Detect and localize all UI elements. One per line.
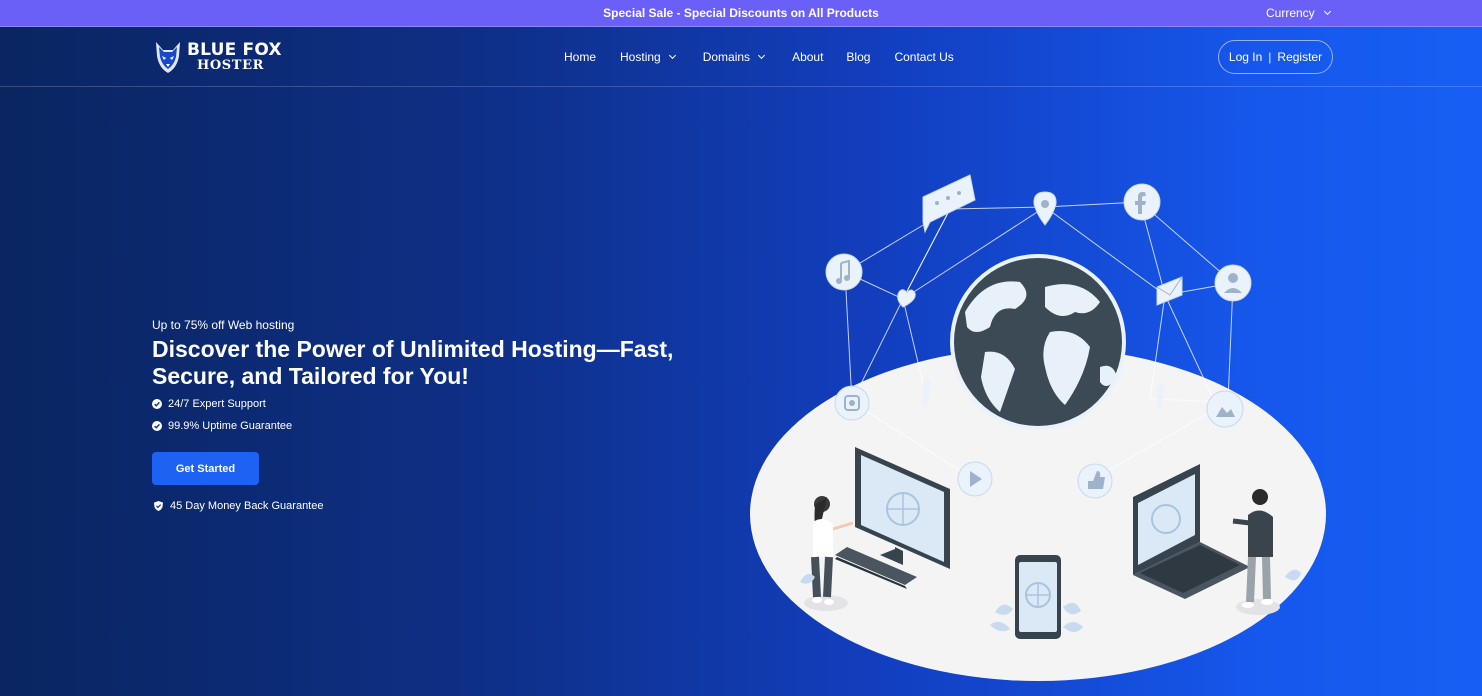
- chevron-down-icon: [668, 51, 676, 60]
- feature-item: 99.9% Uptime Guarantee: [152, 420, 292, 432]
- hosting-illustration: [750, 174, 1326, 681]
- promo-text: Up to 75% off Web hosting: [152, 318, 295, 332]
- check-circle-icon: [152, 421, 162, 431]
- currency-label: Currency: [1266, 6, 1315, 20]
- logo-text-line1: BLUE FOX: [187, 40, 282, 60]
- nav-home[interactable]: Home: [564, 50, 596, 64]
- nav-blog[interactable]: Blog: [846, 50, 870, 64]
- nav-about[interactable]: About: [792, 50, 823, 64]
- feature-text: 24/7 Expert Support: [168, 398, 266, 410]
- headline-line-2: Secure, and Tailored for You!: [152, 363, 469, 389]
- check-circle-icon: [152, 399, 162, 409]
- heart-icon: [897, 289, 916, 308]
- money-back-guarantee: 45 Day Money Back Guarantee: [154, 500, 323, 512]
- nav-contact-us[interactable]: Contact Us: [894, 50, 953, 64]
- site-header: BLUE FOX HOSTER Home Hosting Domains Abo…: [0, 27, 1482, 87]
- camera-icon: [834, 385, 870, 421]
- email-icon: [1156, 276, 1183, 306]
- chevron-down-icon: [1323, 7, 1331, 16]
- hero-headline: Discover the Power of Unlimited Hosting—…: [152, 336, 732, 390]
- chevron-down-icon: [758, 51, 766, 60]
- nav-blog-label: Blog: [846, 50, 871, 64]
- login-link[interactable]: Log In: [1229, 50, 1262, 64]
- nav-about-label: About: [792, 50, 824, 64]
- shield-check-icon: [154, 501, 163, 511]
- location-pin-icon: [1033, 191, 1057, 226]
- smartphone: [1015, 555, 1061, 639]
- register-link[interactable]: Register: [1277, 50, 1322, 64]
- auth-buttons: Log In | Register: [1218, 40, 1333, 74]
- facebook-icon: [1123, 183, 1161, 221]
- globe: [950, 254, 1126, 430]
- fox-logo-icon: [156, 42, 180, 73]
- hero-section: BLUE FOX HOSTER Home Hosting Domains Abo…: [0, 27, 1482, 696]
- guarantee-text: 45 Day Money Back Guarantee: [170, 500, 324, 512]
- currency-selector[interactable]: Currency: [1266, 6, 1331, 20]
- nav-contact-label: Contact Us: [894, 50, 954, 64]
- user-profile-icon: [1214, 264, 1252, 302]
- feature-text: 99.9% Uptime Guarantee: [168, 420, 293, 432]
- announcement-bar: Special Sale - Special Discounts on All …: [0, 0, 1482, 27]
- nav-domains-label: Domains: [702, 50, 751, 64]
- thumbs-up-icon: [1077, 463, 1113, 499]
- logo[interactable]: BLUE FOX HOSTER: [153, 39, 283, 75]
- headline-line-1: Discover the Power of Unlimited Hosting—…: [152, 336, 674, 362]
- chat-bubble-icon: [922, 174, 976, 234]
- play-icon: [957, 461, 993, 497]
- feature-item: 24/7 Expert Support: [152, 398, 266, 410]
- logo-text-line2: HOSTER: [197, 58, 264, 73]
- auth-separator: |: [1268, 50, 1272, 64]
- image-icon: [1206, 390, 1244, 428]
- announcement-text: Special Sale - Special Discounts on All …: [603, 6, 879, 20]
- music-note-icon: [825, 253, 863, 291]
- nav-hosting-label: Hosting: [620, 50, 661, 64]
- nav-domains[interactable]: Domains: [702, 50, 766, 64]
- get-started-button[interactable]: Get Started: [152, 452, 259, 485]
- nav-hosting[interactable]: Hosting: [620, 50, 676, 64]
- nav-home-label: Home: [564, 50, 597, 64]
- main-nav: Home Hosting Domains About Blog Contact …: [564, 50, 954, 64]
